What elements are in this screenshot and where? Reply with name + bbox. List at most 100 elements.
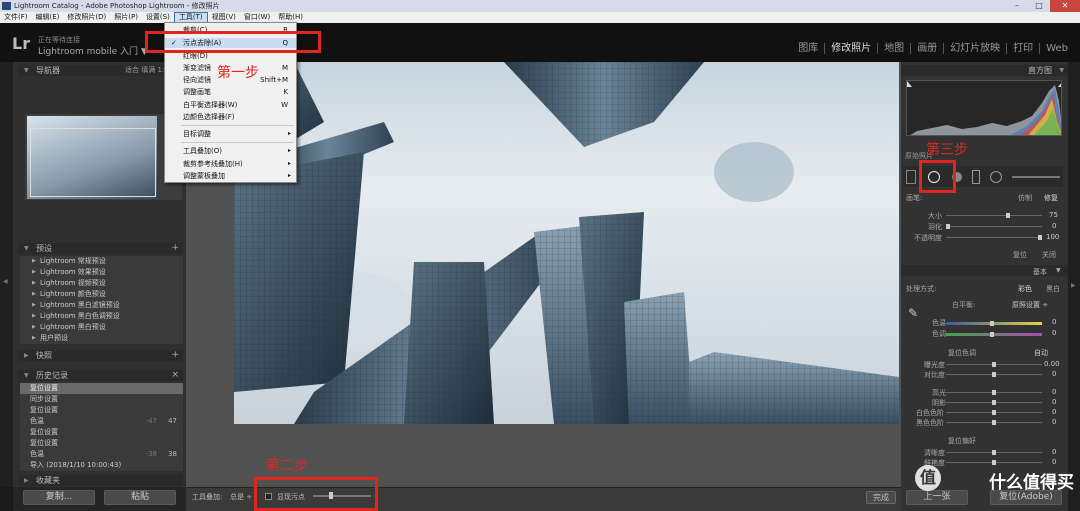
- menu-item-edge-color-selector[interactable]: 边颜色选择器(F): [165, 112, 296, 122]
- close-window-button[interactable]: ✕: [1050, 0, 1080, 12]
- menu-file[interactable]: 文件(F): [0, 12, 32, 23]
- bw-treatment-button[interactable]: 黑白: [1046, 284, 1060, 294]
- module-print[interactable]: 打印: [1007, 43, 1041, 54]
- shadows-value[interactable]: 0: [1052, 398, 1056, 406]
- reset-brush-button[interactable]: 复位: [1013, 250, 1027, 260]
- clarity-value[interactable]: 0: [1052, 448, 1056, 456]
- clear-history-icon[interactable]: ×: [171, 370, 179, 381]
- temp-value[interactable]: 0: [1052, 318, 1056, 326]
- preset-folder[interactable]: ▶ Lightroom 颜色预设: [20, 289, 183, 300]
- adjustment-brush-icon[interactable]: [1012, 176, 1060, 178]
- module-library[interactable]: 图库: [792, 43, 826, 54]
- histogram[interactable]: [906, 80, 1062, 136]
- highlights-value[interactable]: 0: [1052, 388, 1056, 396]
- whites-value[interactable]: 0: [1052, 408, 1056, 416]
- temp-slider[interactable]: [946, 322, 1042, 325]
- navigator-view-rect[interactable]: [30, 128, 156, 197]
- opacity-value[interactable]: 100: [1046, 233, 1059, 241]
- tint-slider-knob[interactable]: [990, 332, 994, 337]
- reset-tone-button[interactable]: 复位色调: [948, 348, 976, 358]
- navigator-header[interactable]: ▼ 导航器 适合 填满 1:1: [18, 65, 183, 76]
- left-panel-edge[interactable]: ◀: [0, 62, 13, 487]
- menu-item-targeted-adjustment[interactable]: 目标调整 ▸: [165, 129, 296, 139]
- blacks-value[interactable]: 0: [1052, 418, 1056, 426]
- history-item[interactable]: 复位设置: [20, 405, 183, 416]
- done-button[interactable]: 完成: [866, 491, 896, 504]
- menu-item-crop-guide-overlay[interactable]: 裁剪参考线叠加(H) ▸: [165, 159, 296, 169]
- collections-header[interactable]: ▶ 收藏夹: [18, 475, 183, 486]
- exposure-slider-knob[interactable]: [992, 362, 996, 367]
- menu-item-wb-selector[interactable]: 白平衡选择器(W) W: [165, 100, 296, 110]
- minimize-button[interactable]: –: [1006, 0, 1028, 12]
- crop-tool-icon[interactable]: [906, 170, 916, 184]
- size-value[interactable]: 75: [1049, 211, 1058, 219]
- feather-slider-knob[interactable]: [946, 224, 950, 229]
- feather-slider[interactable]: [946, 226, 1042, 227]
- menu-item-mask-overlay[interactable]: 调整蒙板叠加 ▸: [165, 171, 296, 181]
- add-snapshot-icon[interactable]: +: [171, 350, 179, 361]
- size-slider[interactable]: [946, 215, 1042, 216]
- tint-value[interactable]: 0: [1052, 329, 1056, 337]
- copy-settings-button[interactable]: 复制...: [23, 490, 95, 505]
- zoom-options[interactable]: 适合 填满 1:1: [125, 65, 169, 76]
- contrast-slider-knob[interactable]: [992, 372, 996, 377]
- presets-header[interactable]: ▼ 预设 +: [18, 243, 183, 254]
- preset-folder[interactable]: ▶ Lightroom 黑白滤镜预设: [20, 300, 183, 311]
- collapse-left-icon[interactable]: ◀: [3, 278, 8, 285]
- clarity-slider-knob[interactable]: [992, 450, 996, 455]
- menu-develop[interactable]: 修改照片(D): [63, 12, 110, 23]
- radial-filter-icon[interactable]: [990, 171, 1002, 183]
- vibrance-slider-knob[interactable]: [992, 460, 996, 465]
- color-treatment-button[interactable]: 彩色: [1018, 284, 1032, 294]
- mobile-link[interactable]: Lightroom mobile 入门 ▼: [38, 44, 148, 57]
- preset-folder[interactable]: ▶ Lightroom 常规预设: [20, 256, 183, 267]
- size-slider-knob[interactable]: [1006, 213, 1010, 218]
- tint-slider[interactable]: [946, 333, 1042, 336]
- main-photo[interactable]: [234, 62, 899, 424]
- opacity-slider-knob[interactable]: [1038, 235, 1042, 240]
- maximize-button[interactable]: □: [1028, 0, 1050, 12]
- preset-folder[interactable]: ▶ 用户预设: [20, 333, 183, 344]
- clone-mode-button[interactable]: 仿制: [1018, 193, 1032, 203]
- opacity-slider[interactable]: [946, 237, 1042, 238]
- whites-slider-knob[interactable]: [992, 410, 996, 415]
- graduated-filter-icon[interactable]: [972, 170, 980, 184]
- previous-button[interactable]: 上一张: [906, 490, 968, 505]
- close-brush-button[interactable]: 关闭: [1042, 250, 1056, 260]
- snapshots-header[interactable]: ▶ 快照 +: [18, 350, 183, 361]
- preset-folder[interactable]: ▶ Lightroom 视频预设: [20, 278, 183, 289]
- blacks-slider-knob[interactable]: [992, 420, 996, 425]
- tool-overlay-select[interactable]: 总是 ÷: [230, 492, 252, 502]
- module-slideshow[interactable]: 幻灯片放映: [944, 43, 1008, 54]
- preset-folder[interactable]: ▶ Lightroom 效果预设: [20, 267, 183, 278]
- history-item[interactable]: 同步设置: [20, 394, 183, 405]
- wb-select[interactable]: 原照设置 ÷: [1012, 300, 1048, 310]
- menu-photo[interactable]: 照片(P): [110, 12, 142, 23]
- reset-presence-button[interactable]: 复位偏好: [948, 436, 976, 446]
- module-develop[interactable]: 修改照片: [825, 43, 879, 54]
- history-header[interactable]: ▼ 历史记录 ×: [18, 370, 183, 381]
- highlights-slider-knob[interactable]: [992, 390, 996, 395]
- preset-folder[interactable]: ▶ Lightroom 黑白预设: [20, 322, 183, 333]
- feather-value[interactable]: 0: [1052, 222, 1056, 230]
- preset-folder[interactable]: ▶ Lightroom 黑白色调预设: [20, 311, 183, 322]
- white-balance-eyedropper-icon[interactable]: ✎: [908, 306, 918, 320]
- paste-settings-button[interactable]: 粘贴: [104, 490, 176, 505]
- vibrance-value[interactable]: 0: [1052, 458, 1056, 466]
- history-item[interactable]: 色温 -38 38: [20, 449, 183, 460]
- shadows-slider-knob[interactable]: [992, 400, 996, 405]
- exposure-value[interactable]: 0.00: [1044, 360, 1060, 368]
- auto-tone-button[interactable]: 自动: [1034, 348, 1048, 358]
- basic-header[interactable]: 基本 ▼: [901, 265, 1068, 276]
- menu-edit[interactable]: 编辑(E): [32, 12, 64, 23]
- menu-item-adjustment-brush[interactable]: 调整画笔 K: [165, 87, 296, 97]
- add-preset-icon[interactable]: +: [171, 243, 179, 254]
- module-map[interactable]: 地图: [878, 43, 912, 54]
- module-web[interactable]: Web: [1040, 43, 1074, 54]
- history-item[interactable]: 复位设置: [20, 438, 183, 449]
- history-item[interactable]: 导入 (2018/1/10 10:00:43): [20, 460, 183, 471]
- collapse-right-icon[interactable]: ▶: [1071, 282, 1076, 289]
- menu-item-tool-overlay[interactable]: 工具叠加(O) ▸: [165, 146, 296, 156]
- module-book[interactable]: 画册: [911, 43, 945, 54]
- temp-slider-knob[interactable]: [990, 321, 994, 326]
